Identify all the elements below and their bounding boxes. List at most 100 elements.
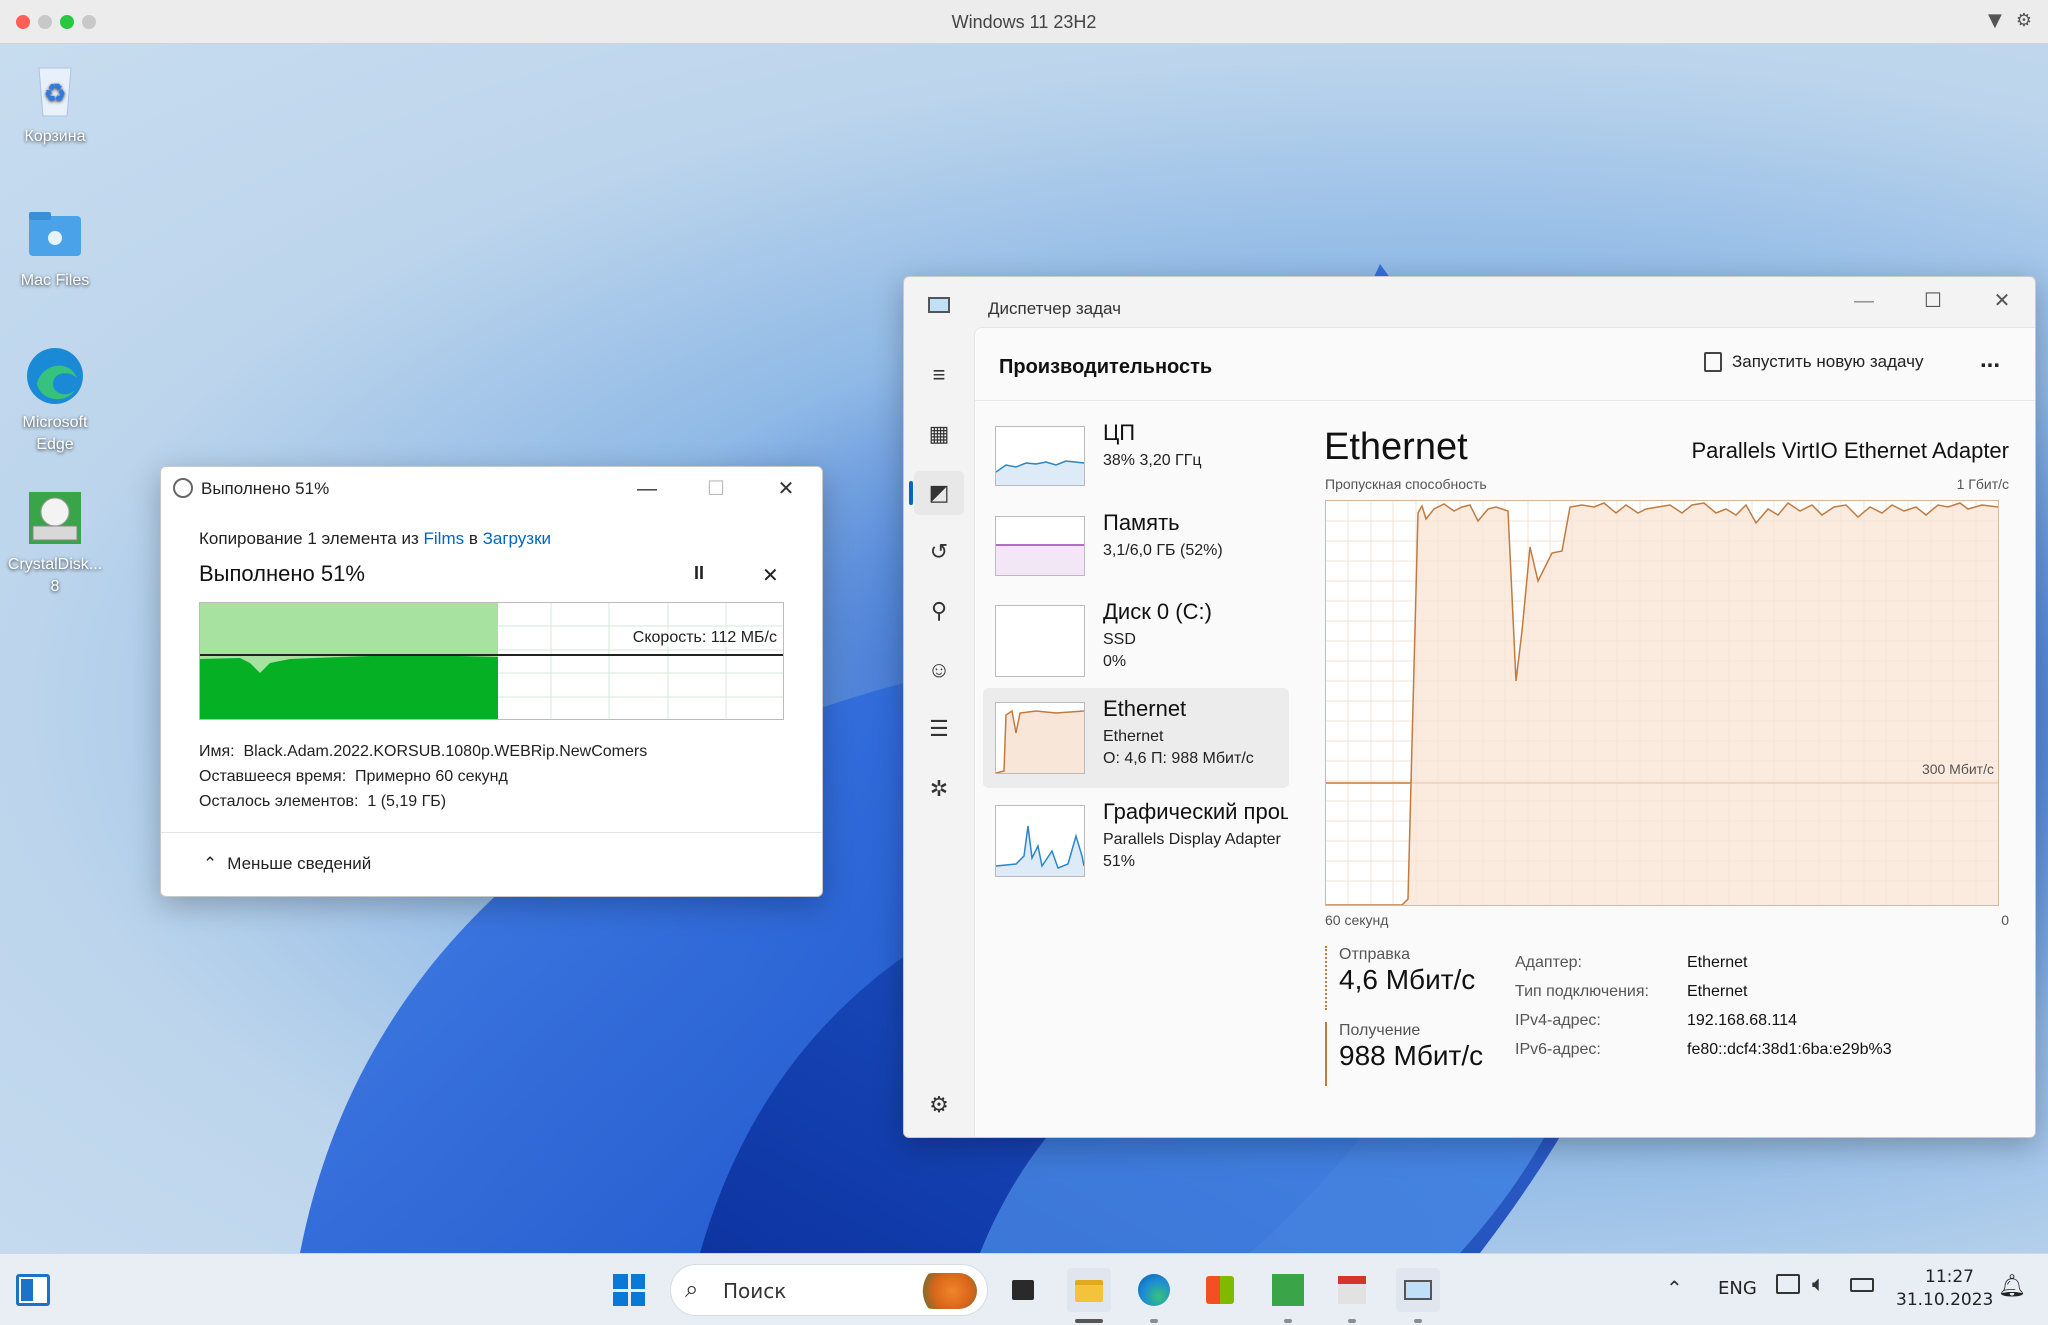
source-link[interactable]: Films (424, 529, 465, 548)
search-icon: ⌕ (685, 1275, 699, 1303)
store-button[interactable] (1198, 1268, 1242, 1312)
perf-item-cpu[interactable]: ЦП 38% 3,20 ГГц (983, 414, 1283, 512)
cancel-copy-button[interactable]: ✕ (762, 563, 779, 588)
perf-item-gpu[interactable]: Графический процессор Parallels Display … (983, 793, 1288, 891)
hamburger-icon[interactable]: ≡ (926, 362, 952, 388)
copy-desc-prefix: Копирование 1 элемента из (199, 529, 424, 548)
run-new-task-label: Запустить новую задачу (1732, 352, 1924, 371)
svg-text:♻: ♻ (43, 78, 66, 108)
recycle-bin-icon[interactable]: ♻ Корзина (5, 58, 105, 148)
memory-thumb (995, 516, 1085, 576)
widgets-icon (21, 1279, 33, 1301)
network-icon[interactable] (1776, 1274, 1800, 1294)
tm-titlebar: Диспетчер задач — ☐ ✕ (904, 277, 2035, 327)
cpu-name: ЦП (1103, 420, 1136, 445)
volume-icon[interactable]: 🔈︎ (1812, 1272, 1825, 1297)
task-manager-app-icon (928, 297, 950, 313)
memory-name: Память (1103, 510, 1180, 535)
show-hidden-icons-chevron-icon[interactable]: ⌃ (1666, 1276, 1683, 1300)
disk-line2: SSD (1103, 631, 1136, 648)
flag-app-indicator (1348, 1319, 1356, 1323)
details-icon[interactable]: ☰ (926, 716, 952, 742)
edge-icon (1138, 1274, 1170, 1306)
tm-sidebar: ≡ ▦ ◩ ↺ ⚲ ☺ ☰ ✲ ⚙ (904, 327, 974, 1137)
edge-desktop-icon[interactable]: Microsoft Edge (5, 344, 105, 456)
taskbar-search[interactable]: ⌕ Поиск (670, 1264, 988, 1316)
recv-label: Получение (1339, 1022, 1421, 1039)
ethernet-name: Ethernet (1103, 696, 1187, 721)
minimize-button[interactable]: — (635, 477, 659, 501)
clock[interactable]: 11:27 31.10.2023 (1896, 1266, 1993, 1312)
max-throughput-label: 1 Гбит/с (1956, 476, 2009, 492)
send-label: Отправка (1339, 946, 1410, 963)
prop-row: IPv4-адрес: 192.168.68.114 (1515, 1006, 1892, 1035)
vm-titlebar: Windows 11 23H2 ▼ ⚙ (0, 0, 2048, 44)
users-icon[interactable]: ☺ (926, 657, 952, 683)
time-value: Примерно 60 секунд (355, 768, 508, 785)
widgets-button[interactable] (16, 1274, 50, 1306)
tm-minimize-button[interactable]: — (1852, 289, 1876, 313)
clock-time: 11:27 (1925, 1267, 1974, 1287)
dropdown-icon[interactable]: ▼ (1988, 10, 2002, 31)
copy-description: Копирование 1 элемента из Films в Загруз… (199, 529, 551, 549)
crystaldisk-taskbar-button[interactable] (1266, 1268, 1310, 1312)
tm-close-button[interactable]: ✕ (1990, 289, 2014, 313)
language-indicator[interactable]: ENG (1718, 1278, 1757, 1299)
adapter-properties: Адаптер: Ethernet Тип подключения: Etherne… (1515, 948, 1892, 1064)
name-label: Имя: (199, 743, 235, 760)
items-value: 1 (5,19 ГБ) (367, 793, 447, 810)
dest-link[interactable]: Загрузки (483, 529, 551, 548)
perf-item-disk[interactable]: Диск 0 (C:) SSD 0% (983, 593, 1283, 691)
services-icon[interactable]: ✲ (926, 776, 952, 802)
gpu-name: Графический процессор (1103, 799, 1288, 824)
less-details-label: Меньше сведений (227, 854, 372, 873)
mid-throughput-label: 300 Мбит/с (1921, 761, 1994, 777)
recycle-bin-label: Корзина (24, 128, 86, 145)
items-row: Осталось элементов: 1 (5,19 ГБ) (199, 789, 647, 814)
name-row: Имя: Black.Adam.2022.KORSUB.1080p.WEBRip… (199, 739, 647, 764)
close-button[interactable]: ✕ (774, 477, 798, 501)
prop-value: 192.168.68.114 (1687, 1012, 1798, 1029)
processes-icon[interactable]: ▦ (926, 421, 952, 447)
ethernet-line3: О: 4,6 П: 988 Мбит/с (1103, 750, 1254, 767)
gear-icon[interactable]: ⚙ (2016, 10, 2032, 31)
recv-value: 988 Мбит/с (1339, 1040, 1484, 1071)
task-manager-taskbar-button[interactable] (1396, 1268, 1440, 1312)
prop-value: Ethernet (1687, 983, 1748, 1000)
less-details-button[interactable]: ⌃ Меньше сведений (203, 854, 371, 874)
prop-key: Адаптер: (1515, 954, 1582, 971)
gpu-thumb (995, 805, 1085, 877)
settings-icon[interactable]: ⚙ (926, 1092, 952, 1118)
selected-indicator (909, 481, 913, 505)
throughput-label: Пропускная способность (1325, 476, 1487, 492)
cpu-thumb (995, 426, 1085, 486)
task-manager-taskbar-icon (1404, 1280, 1432, 1300)
more-options-button[interactable]: ... (1980, 346, 2000, 374)
file-explorer-button[interactable] (1067, 1268, 1111, 1312)
performance-icon[interactable]: ◩ (926, 480, 952, 506)
start-button[interactable] (607, 1268, 651, 1312)
header-divider (975, 400, 2035, 401)
task-view-button[interactable] (1002, 1268, 1046, 1312)
crystaldisk-icon[interactable]: CrystalDisk... 8 (5, 486, 105, 598)
copy-speed-area (200, 655, 498, 719)
app-history-icon[interactable]: ↺ (926, 539, 952, 565)
ethernet-line2: Ethernet (1103, 728, 1164, 745)
perf-item-memory[interactable]: Память 3,1/6,0 ГБ (52%) (983, 504, 1283, 602)
tm-maximize-button[interactable]: ☐ (1921, 289, 1945, 313)
startup-apps-icon[interactable]: ⚲ (926, 598, 952, 624)
edge-taskbar-button[interactable] (1132, 1268, 1176, 1312)
store-icon (1206, 1276, 1234, 1304)
send-value: 4,6 Мбит/с (1339, 964, 1476, 995)
prop-key: IPv4-адрес: (1515, 1012, 1601, 1029)
run-new-task-button[interactable]: Запустить новую задачу (1704, 352, 1923, 372)
battery-icon[interactable] (1850, 1278, 1874, 1292)
speed-label: Скорость: 112 МБ/с (632, 629, 777, 647)
flag-app-button[interactable] (1330, 1268, 1374, 1312)
mac-files-icon[interactable]: Mac Files (5, 202, 105, 292)
pause-button[interactable]: II (694, 563, 704, 584)
perf-item-ethernet[interactable]: Ethernet Ethernet О: 4,6 П: 988 Мбит/с (983, 690, 1283, 788)
maximize-button[interactable]: ☐ (704, 477, 728, 501)
notification-bell-icon[interactable]: 🔔︎ (1998, 1274, 2026, 1299)
x-axis-left-label: 60 секунд (1325, 912, 1389, 928)
